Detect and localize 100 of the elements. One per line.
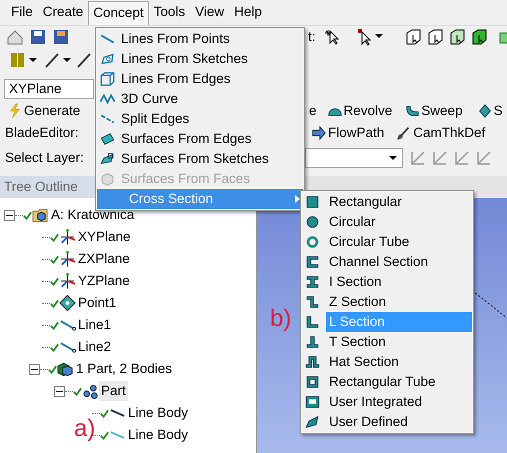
- surface-icon: [304, 414, 321, 430]
- plane-icon: [59, 228, 76, 246]
- check-icon: [50, 254, 59, 264]
- feature-button[interactable]: Revolve: [324, 100, 394, 122]
- parts-icon: [82, 382, 99, 400]
- menu-item[interactable]: Tools: [148, 0, 190, 24]
- collapse-toggle[interactable]: [4, 210, 15, 220]
- menu-item[interactable]: File: [6, 0, 38, 24]
- hat-icon: [304, 354, 321, 370]
- menu-item[interactable]: Channel Section: [326, 252, 472, 272]
- feature-button[interactable]: Sweep: [402, 100, 465, 122]
- feature-button[interactable]: e: [307, 100, 319, 122]
- surface-icon: [99, 151, 116, 167]
- bend-icon: [404, 103, 420, 119]
- layer-dropdown[interactable]: [305, 148, 403, 168]
- menu-item[interactable]: Rectangular: [326, 192, 472, 212]
- menu-item[interactable]: Rectangular Tube: [326, 372, 472, 392]
- channel-icon: [304, 254, 321, 270]
- menu-item[interactable]: 3D Curve: [97, 89, 303, 109]
- tree-item[interactable]: Line Body: [126, 424, 190, 446]
- tree-item[interactable]: Line Body: [126, 402, 190, 424]
- curve-icon: [99, 91, 116, 107]
- check-icon: [50, 320, 59, 330]
- menu-item[interactable]: User Integrated: [326, 392, 472, 412]
- menu-item[interactable]: Split Edges: [97, 109, 303, 129]
- menu-item[interactable]: Lines From Edges: [97, 69, 303, 89]
- caret-icon: [388, 155, 398, 161]
- tree-item[interactable]: Line2: [76, 336, 114, 358]
- menu-item[interactable]: View: [190, 0, 230, 24]
- tool-button[interactable]: CamThkDef: [394, 122, 488, 144]
- check-icon: [100, 408, 109, 418]
- check-icon: [48, 364, 57, 374]
- check-icon: [100, 430, 109, 440]
- feature-button[interactable]: Generate: [5, 100, 82, 122]
- bodies-icon: [57, 360, 74, 378]
- toolbar-label: Select Layer:: [5, 148, 84, 167]
- check-icon: [23, 210, 32, 220]
- l-beam-icon: [304, 314, 321, 330]
- annotation-label: b): [270, 307, 292, 331]
- menu-item[interactable]: Lines From Points: [97, 29, 303, 49]
- menu-item[interactable]: Circular Tube: [326, 232, 472, 252]
- annotation-label: a): [74, 417, 96, 441]
- tree-item[interactable]: Point1: [76, 292, 118, 314]
- menu-item[interactable]: Circular: [326, 212, 472, 232]
- menu-item[interactable]: Surfaces From Edges: [97, 129, 303, 149]
- cube-select-icon[interactable]: [426, 28, 444, 46]
- plane-icon: [59, 272, 76, 290]
- tree-item[interactable]: Line1: [76, 314, 114, 336]
- check-icon: [50, 276, 59, 286]
- toolbar-label: BladeEditor:: [5, 124, 79, 142]
- cube-icon: [99, 71, 116, 87]
- menu-item[interactable]: Concept: [88, 0, 149, 24]
- menu-item[interactable]: Z Section: [326, 292, 472, 312]
- circle-icon: [304, 214, 321, 230]
- cube-select-icon[interactable]: [404, 28, 422, 46]
- profile-icon: [304, 394, 321, 410]
- tube-icon: [304, 374, 321, 390]
- collapse-toggle[interactable]: [29, 364, 40, 374]
- ring-icon: [304, 234, 321, 250]
- point-icon: [59, 294, 76, 312]
- square-icon: [304, 194, 321, 210]
- select-label: t:: [308, 28, 316, 46]
- surface-icon: [99, 131, 116, 147]
- cube-select-icon[interactable]: [470, 28, 488, 46]
- menu-item[interactable]: User Defined: [326, 412, 472, 432]
- folder-icon: [32, 206, 49, 224]
- sketch-icon: [99, 51, 116, 67]
- pointer-icon[interactable]: [356, 28, 374, 46]
- tree-item[interactable]: 1 Part, 2 Bodies: [74, 358, 174, 380]
- collapse-toggle[interactable]: [54, 386, 65, 396]
- tree-item[interactable]: XYPlane: [76, 226, 133, 248]
- menu-item[interactable]: T Section: [326, 332, 472, 352]
- cube-select-icon[interactable]: [448, 28, 466, 46]
- plane-icon: [59, 250, 76, 268]
- save-as-icon[interactable]: [52, 28, 70, 46]
- plane-dropdown[interactable]: XYPlane: [4, 79, 94, 99]
- pointer-icon[interactable]: [324, 28, 342, 46]
- save-icon[interactable]: [29, 28, 47, 46]
- feature-button[interactable]: S: [474, 100, 505, 122]
- menu-item[interactable]: Surfaces From Sketches: [97, 149, 303, 169]
- tool-button[interactable]: FlowPath: [309, 122, 386, 144]
- menu-item[interactable]: Create: [38, 0, 88, 24]
- cube-icon: [99, 171, 116, 187]
- t-beam-icon: [304, 334, 321, 350]
- tree-item[interactable]: Part: [99, 380, 128, 402]
- panel-title: Tree Outline: [4, 178, 78, 196]
- menu-item[interactable]: Lines From Sketches: [97, 49, 303, 69]
- menu-item[interactable]: Hat Section: [326, 352, 472, 372]
- menu-item[interactable]: I Section: [326, 272, 472, 292]
- check-icon: [50, 232, 59, 242]
- z-beam-icon: [304, 294, 321, 310]
- tree-item[interactable]: YZPlane: [76, 270, 132, 292]
- i-beam-icon: [304, 274, 321, 290]
- arrow-icon: [311, 125, 327, 141]
- check-icon: [50, 342, 59, 352]
- tree-item[interactable]: ZXPlane: [76, 248, 132, 270]
- menu-item[interactable]: Help: [229, 0, 267, 24]
- diamond-icon: [476, 103, 493, 119]
- check-icon: [50, 298, 59, 308]
- check-icon: [73, 386, 82, 396]
